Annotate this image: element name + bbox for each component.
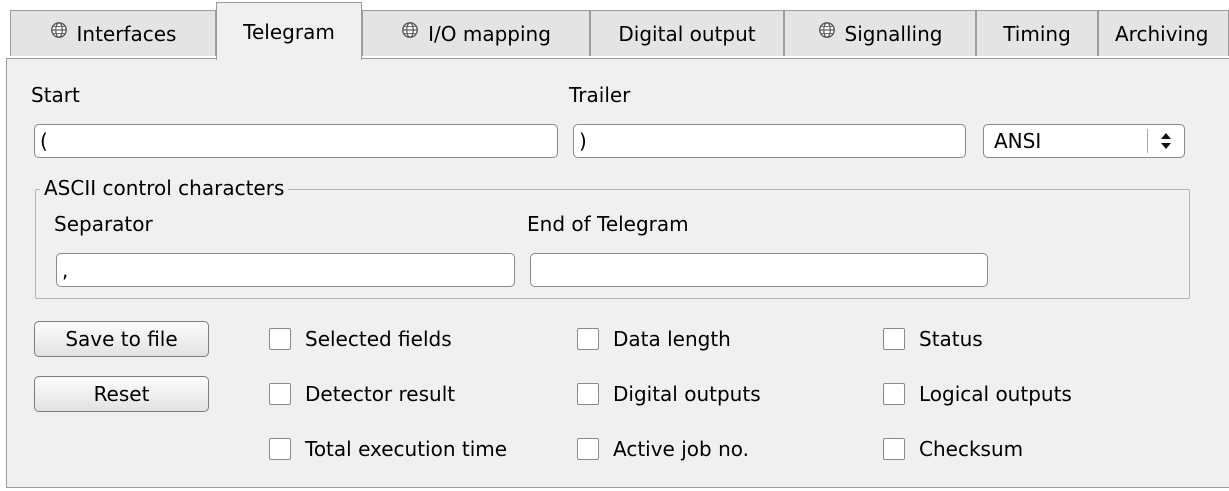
tab-label: Signalling [844,21,943,46]
encoding-select[interactable]: ANSI [983,124,1185,158]
telegram-panel: Start ( Trailer ) ANSI ASCII control cha… [6,58,1229,488]
checkbox-box[interactable] [269,328,291,350]
globe-icon [402,21,418,38]
trailer-value: ) [579,129,587,153]
tab-label: Archiving [1115,21,1209,46]
tab-signalling[interactable]: Signalling [784,10,976,56]
checkbox-data-length[interactable]: Data length [577,327,731,351]
checkbox-selected-fields[interactable]: Selected fields [269,327,452,351]
tab-label: I/O mapping [428,21,551,46]
checkbox-box[interactable] [577,328,599,350]
save-to-file-button[interactable]: Save to file [34,321,209,357]
checkbox-label: Selected fields [305,327,452,351]
tab-label: Interfaces [76,21,177,46]
checkbox-detector-result[interactable]: Detector result [269,382,455,406]
checkbox-box[interactable] [883,328,905,350]
tab-archiving[interactable]: Archiving [1098,10,1229,56]
ascii-control-characters-group: ASCII control characters Separator , End… [35,176,1190,299]
reset-label: Reset [93,382,150,406]
checkbox-label: Digital outputs [613,382,761,406]
save-to-file-label: Save to file [65,327,178,351]
checkbox-label: Detector result [305,382,456,406]
tab-digital-output[interactable]: Digital output [590,10,784,56]
checkbox-label: Status [919,327,983,351]
checkbox-label: Logical outputs [919,382,1072,406]
checkbox-status[interactable]: Status [883,327,983,351]
checkbox-logical-outputs[interactable]: Logical outputs [883,382,1072,406]
end-of-telegram-label: End of Telegram [527,212,689,236]
checkbox-digital-outputs[interactable]: Digital outputs [577,382,761,406]
tab-interfaces[interactable]: Interfaces [10,10,216,56]
checkbox-box[interactable] [883,383,905,405]
separator-value: , [62,258,69,282]
globe-icon [818,21,835,38]
end-of-telegram-field[interactable] [530,253,988,287]
checkbox-box[interactable] [577,383,599,405]
up-down-arrows-icon [1147,129,1184,153]
tab-label: Timing [1003,21,1071,46]
checkbox-active-job-no[interactable]: Active job no. [577,437,749,461]
globe-icon [50,21,67,38]
tab-io-mapping[interactable]: I/O mapping [362,10,590,56]
checkbox-label: Data length [613,327,731,351]
checkbox-box[interactable] [269,383,291,405]
separator-field[interactable]: , [56,253,515,287]
trailer-label: Trailer [569,83,631,107]
separator-label: Separator [54,212,153,236]
group-title: ASCII control characters [40,176,289,200]
tab-label: Digital output [618,21,756,46]
checkbox-box[interactable] [269,438,291,460]
trailer-field[interactable]: ) [573,124,966,158]
checkbox-label: Checksum [919,437,1024,461]
checkbox-label: Active job no. [613,437,749,461]
tab-label: Telegram [243,19,335,44]
checkbox-box[interactable] [883,438,905,460]
checkbox-label: Total execution time [305,437,508,461]
start-field[interactable]: ( [34,124,558,158]
reset-button[interactable]: Reset [34,376,209,412]
start-label: Start [31,83,80,107]
checkbox-total-execution-time[interactable]: Total execution time [269,437,507,461]
checkbox-checksum[interactable]: Checksum [883,437,1023,461]
tab-telegram[interactable]: Telegram [216,2,362,60]
tab-timing[interactable]: Timing [976,10,1098,56]
start-value: ( [40,129,48,153]
checkbox-box[interactable] [577,438,599,460]
encoding-value: ANSI [994,129,1042,153]
